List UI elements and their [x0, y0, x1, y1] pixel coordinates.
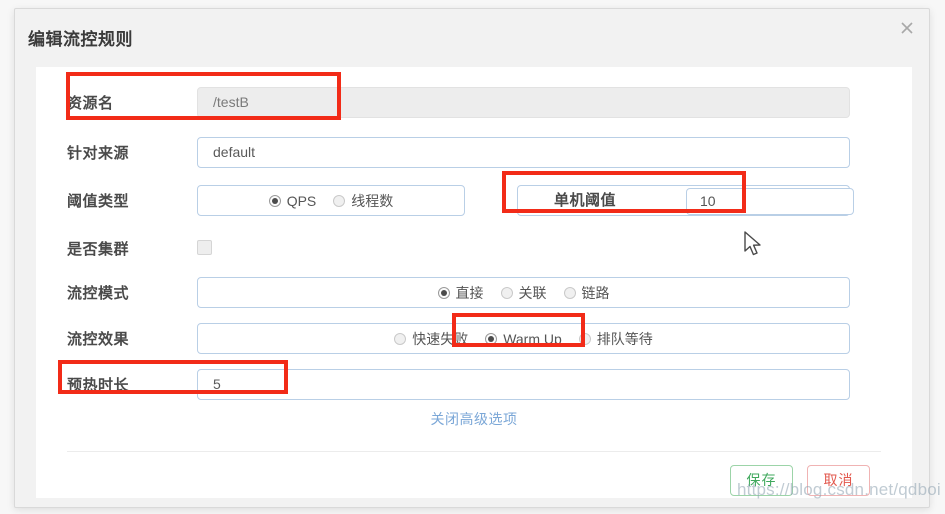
origin-label: 针对来源: [67, 145, 130, 162]
flow-effect-radios: 快速失败 Warm Up 排队等待: [198, 324, 849, 353]
radio-dot-icon: [578, 332, 591, 345]
resource-input[interactable]: /testB: [197, 87, 850, 118]
radio-dot-icon: [500, 286, 513, 299]
radio-chain-label: 链路: [581, 284, 610, 301]
cluster-label: 是否集群: [67, 241, 130, 258]
single-threshold-label: 单机阈值: [554, 192, 617, 209]
cancel-button[interactable]: 取消: [807, 465, 870, 496]
radio-dot-icon: [437, 286, 450, 299]
radio-direct-label: 直接: [455, 284, 484, 301]
flow-mode-label: 流控模式: [67, 285, 130, 302]
dialog-title: 编辑流控规则: [28, 30, 133, 49]
close-icon[interactable]: [894, 17, 920, 43]
footer-buttons: 保存 取消: [730, 465, 870, 496]
form-row-origin: 针对来源 default: [36, 137, 912, 171]
threshold-type-group: QPS 线程数: [197, 185, 465, 216]
radio-associated-label: 关联: [518, 284, 547, 301]
edit-flow-rule-dialog: 编辑流控规则 资源名 /testB 针对来源 default 阈值类型 QPS …: [14, 8, 930, 508]
resource-label: 资源名: [67, 95, 114, 112]
radio-associated[interactable]: 关联: [500, 283, 547, 303]
radio-warm-up-label: Warm Up: [503, 330, 562, 347]
radio-dot-icon: [333, 194, 346, 207]
form-row-flow-effect: 流控效果 快速失败 Warm Up 排队等待: [36, 323, 912, 357]
flow-effect-group: 快速失败 Warm Up 排队等待: [197, 323, 850, 354]
warmup-label: 预热时长: [67, 377, 130, 394]
radio-thread-count[interactable]: 线程数: [333, 191, 393, 211]
flow-effect-label: 流控效果: [67, 331, 130, 348]
form-row-cluster: 是否集群: [36, 233, 912, 267]
radio-qps[interactable]: QPS: [268, 192, 317, 209]
advanced-options-link[interactable]: 关闭高级选项: [36, 409, 912, 429]
cluster-checkbox[interactable]: [197, 240, 212, 255]
warmup-value: 5: [213, 376, 221, 392]
radio-fast-fail-label: 快速失败: [412, 330, 469, 347]
form-row-flow-mode: 流控模式 直接 关联 链路: [36, 277, 912, 311]
radio-queue-wait-label: 排队等待: [596, 330, 653, 347]
flow-mode-radios: 直接 关联 链路: [198, 278, 849, 307]
radio-qps-label: QPS: [286, 192, 317, 209]
single-threshold-value: 10: [700, 193, 716, 209]
single-threshold-field: 单机阈值 10: [517, 185, 854, 216]
origin-value: default: [213, 144, 256, 160]
resource-value: /testB: [213, 94, 249, 110]
radio-chain[interactable]: 链路: [563, 283, 610, 303]
radio-dot-icon: [394, 332, 407, 345]
form-row-threshold-type: 阈值类型 QPS 线程数 单机阈值 10: [36, 185, 912, 219]
threshold-type-radios: QPS 线程数: [198, 186, 464, 215]
threshold-type-label: 阈值类型: [67, 193, 130, 210]
radio-dot-icon: [485, 332, 498, 345]
dialog-body: 资源名 /testB 针对来源 default 阈值类型 QPS 线程数 单机阈…: [36, 67, 912, 498]
radio-queue-wait[interactable]: 排队等待: [578, 329, 653, 349]
radio-dot-icon: [268, 194, 281, 207]
single-threshold-input[interactable]: 10: [686, 188, 854, 215]
radio-thread-count-label: 线程数: [351, 192, 394, 209]
form-row-resource: 资源名 /testB: [36, 87, 912, 121]
flow-mode-group: 直接 关联 链路: [197, 277, 850, 308]
warmup-input[interactable]: 5: [197, 369, 850, 400]
save-button[interactable]: 保存: [730, 465, 793, 496]
form-row-warmup: 预热时长 5: [36, 369, 912, 403]
footer-divider: [67, 451, 881, 452]
radio-dot-icon: [563, 286, 576, 299]
radio-direct[interactable]: 直接: [437, 283, 484, 303]
radio-fast-fail[interactable]: 快速失败: [394, 329, 468, 349]
radio-warm-up[interactable]: Warm Up: [485, 331, 562, 347]
origin-input[interactable]: default: [197, 137, 850, 168]
